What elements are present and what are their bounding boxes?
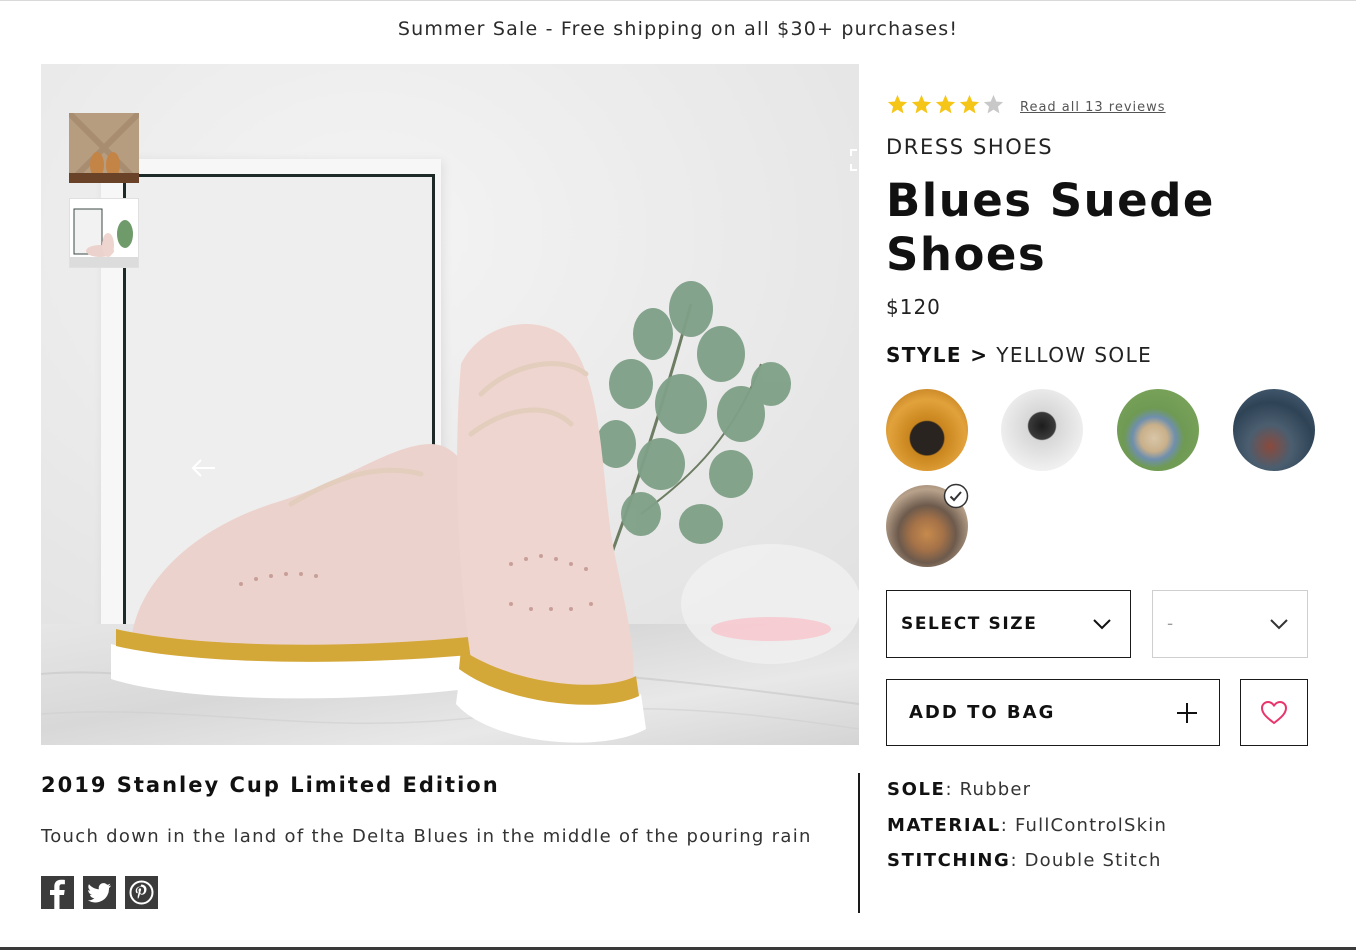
social-share bbox=[41, 876, 158, 909]
promo-banner: Summer Sale - Free shipping on all $30+ … bbox=[397, 18, 959, 40]
style-label-value: YELLOW SOLE bbox=[996, 343, 1153, 367]
spec-value: : Rubber bbox=[945, 779, 1032, 800]
quantity-select[interactable]: - bbox=[1152, 590, 1308, 658]
arrow-left-icon[interactable] bbox=[191, 456, 217, 480]
style-label-key: STYLE > bbox=[886, 343, 989, 367]
add-to-bag-button[interactable]: ADD TO BAG bbox=[886, 679, 1220, 746]
star-empty-icon bbox=[982, 93, 1006, 121]
spec-value: : Double Stitch bbox=[1010, 850, 1162, 871]
spec-label: MATERIAL bbox=[887, 814, 1001, 836]
edition-title: 2019 Stanley Cup Limited Edition bbox=[41, 773, 500, 797]
spec-row: SOLE: Rubber bbox=[887, 779, 1167, 815]
chevron-down-icon bbox=[1093, 619, 1111, 630]
section-divider bbox=[858, 773, 860, 913]
style-swatch-4[interactable] bbox=[1233, 389, 1315, 471]
twitter-icon[interactable] bbox=[83, 876, 116, 909]
top-border bbox=[0, 0, 1356, 1]
quantity-select-value: - bbox=[1167, 614, 1174, 634]
style-swatch-1[interactable] bbox=[886, 389, 968, 471]
wishlist-button[interactable] bbox=[1240, 679, 1308, 746]
star-icon bbox=[886, 93, 910, 121]
product-hero-image[interactable] bbox=[41, 64, 859, 745]
checkmark-icon bbox=[943, 483, 969, 509]
thumbnail-2[interactable] bbox=[69, 198, 139, 268]
spec-label: SOLE bbox=[887, 779, 946, 800]
star-icon bbox=[934, 93, 958, 121]
heart-icon bbox=[1260, 700, 1288, 724]
add-to-bag-label: ADD TO BAG bbox=[909, 702, 1056, 723]
style-label: STYLE > YELLOW SOLE bbox=[886, 343, 1152, 367]
star-icon bbox=[910, 93, 934, 121]
star-icon bbox=[958, 93, 982, 121]
spec-row: STITCHING: Double Stitch bbox=[887, 850, 1167, 886]
thumbnail-1[interactable] bbox=[69, 113, 139, 183]
product-specs: SOLE: Rubber MATERIAL: FullControlSkin S… bbox=[887, 779, 1167, 886]
product-rating: Read all 13 reviews bbox=[886, 94, 1166, 120]
spec-value: : FullControlSkin bbox=[1000, 814, 1168, 836]
pinterest-icon[interactable] bbox=[125, 876, 158, 909]
spec-row: MATERIAL: FullControlSkin bbox=[887, 815, 1167, 851]
size-select[interactable]: SELECT SIZE bbox=[886, 590, 1131, 658]
size-select-label: SELECT SIZE bbox=[901, 614, 1038, 634]
plus-icon bbox=[1177, 703, 1197, 723]
product-price: $120 bbox=[886, 295, 941, 319]
product-description: Touch down in the land of the Delta Blue… bbox=[41, 826, 812, 847]
chevron-down-icon bbox=[1270, 619, 1288, 630]
hero-scene bbox=[41, 281, 859, 743]
product-category: DRESS SHOES bbox=[886, 135, 1054, 159]
style-swatch-2[interactable] bbox=[1001, 389, 1083, 471]
expand-icon[interactable] bbox=[849, 148, 859, 172]
reviews-link[interactable]: Read all 13 reviews bbox=[1020, 100, 1166, 115]
style-swatch-3[interactable] bbox=[1117, 389, 1199, 471]
facebook-icon[interactable] bbox=[41, 876, 74, 909]
product-title: Blues Suede Shoes bbox=[886, 174, 1215, 281]
spec-label: STITCHING bbox=[887, 850, 1011, 871]
